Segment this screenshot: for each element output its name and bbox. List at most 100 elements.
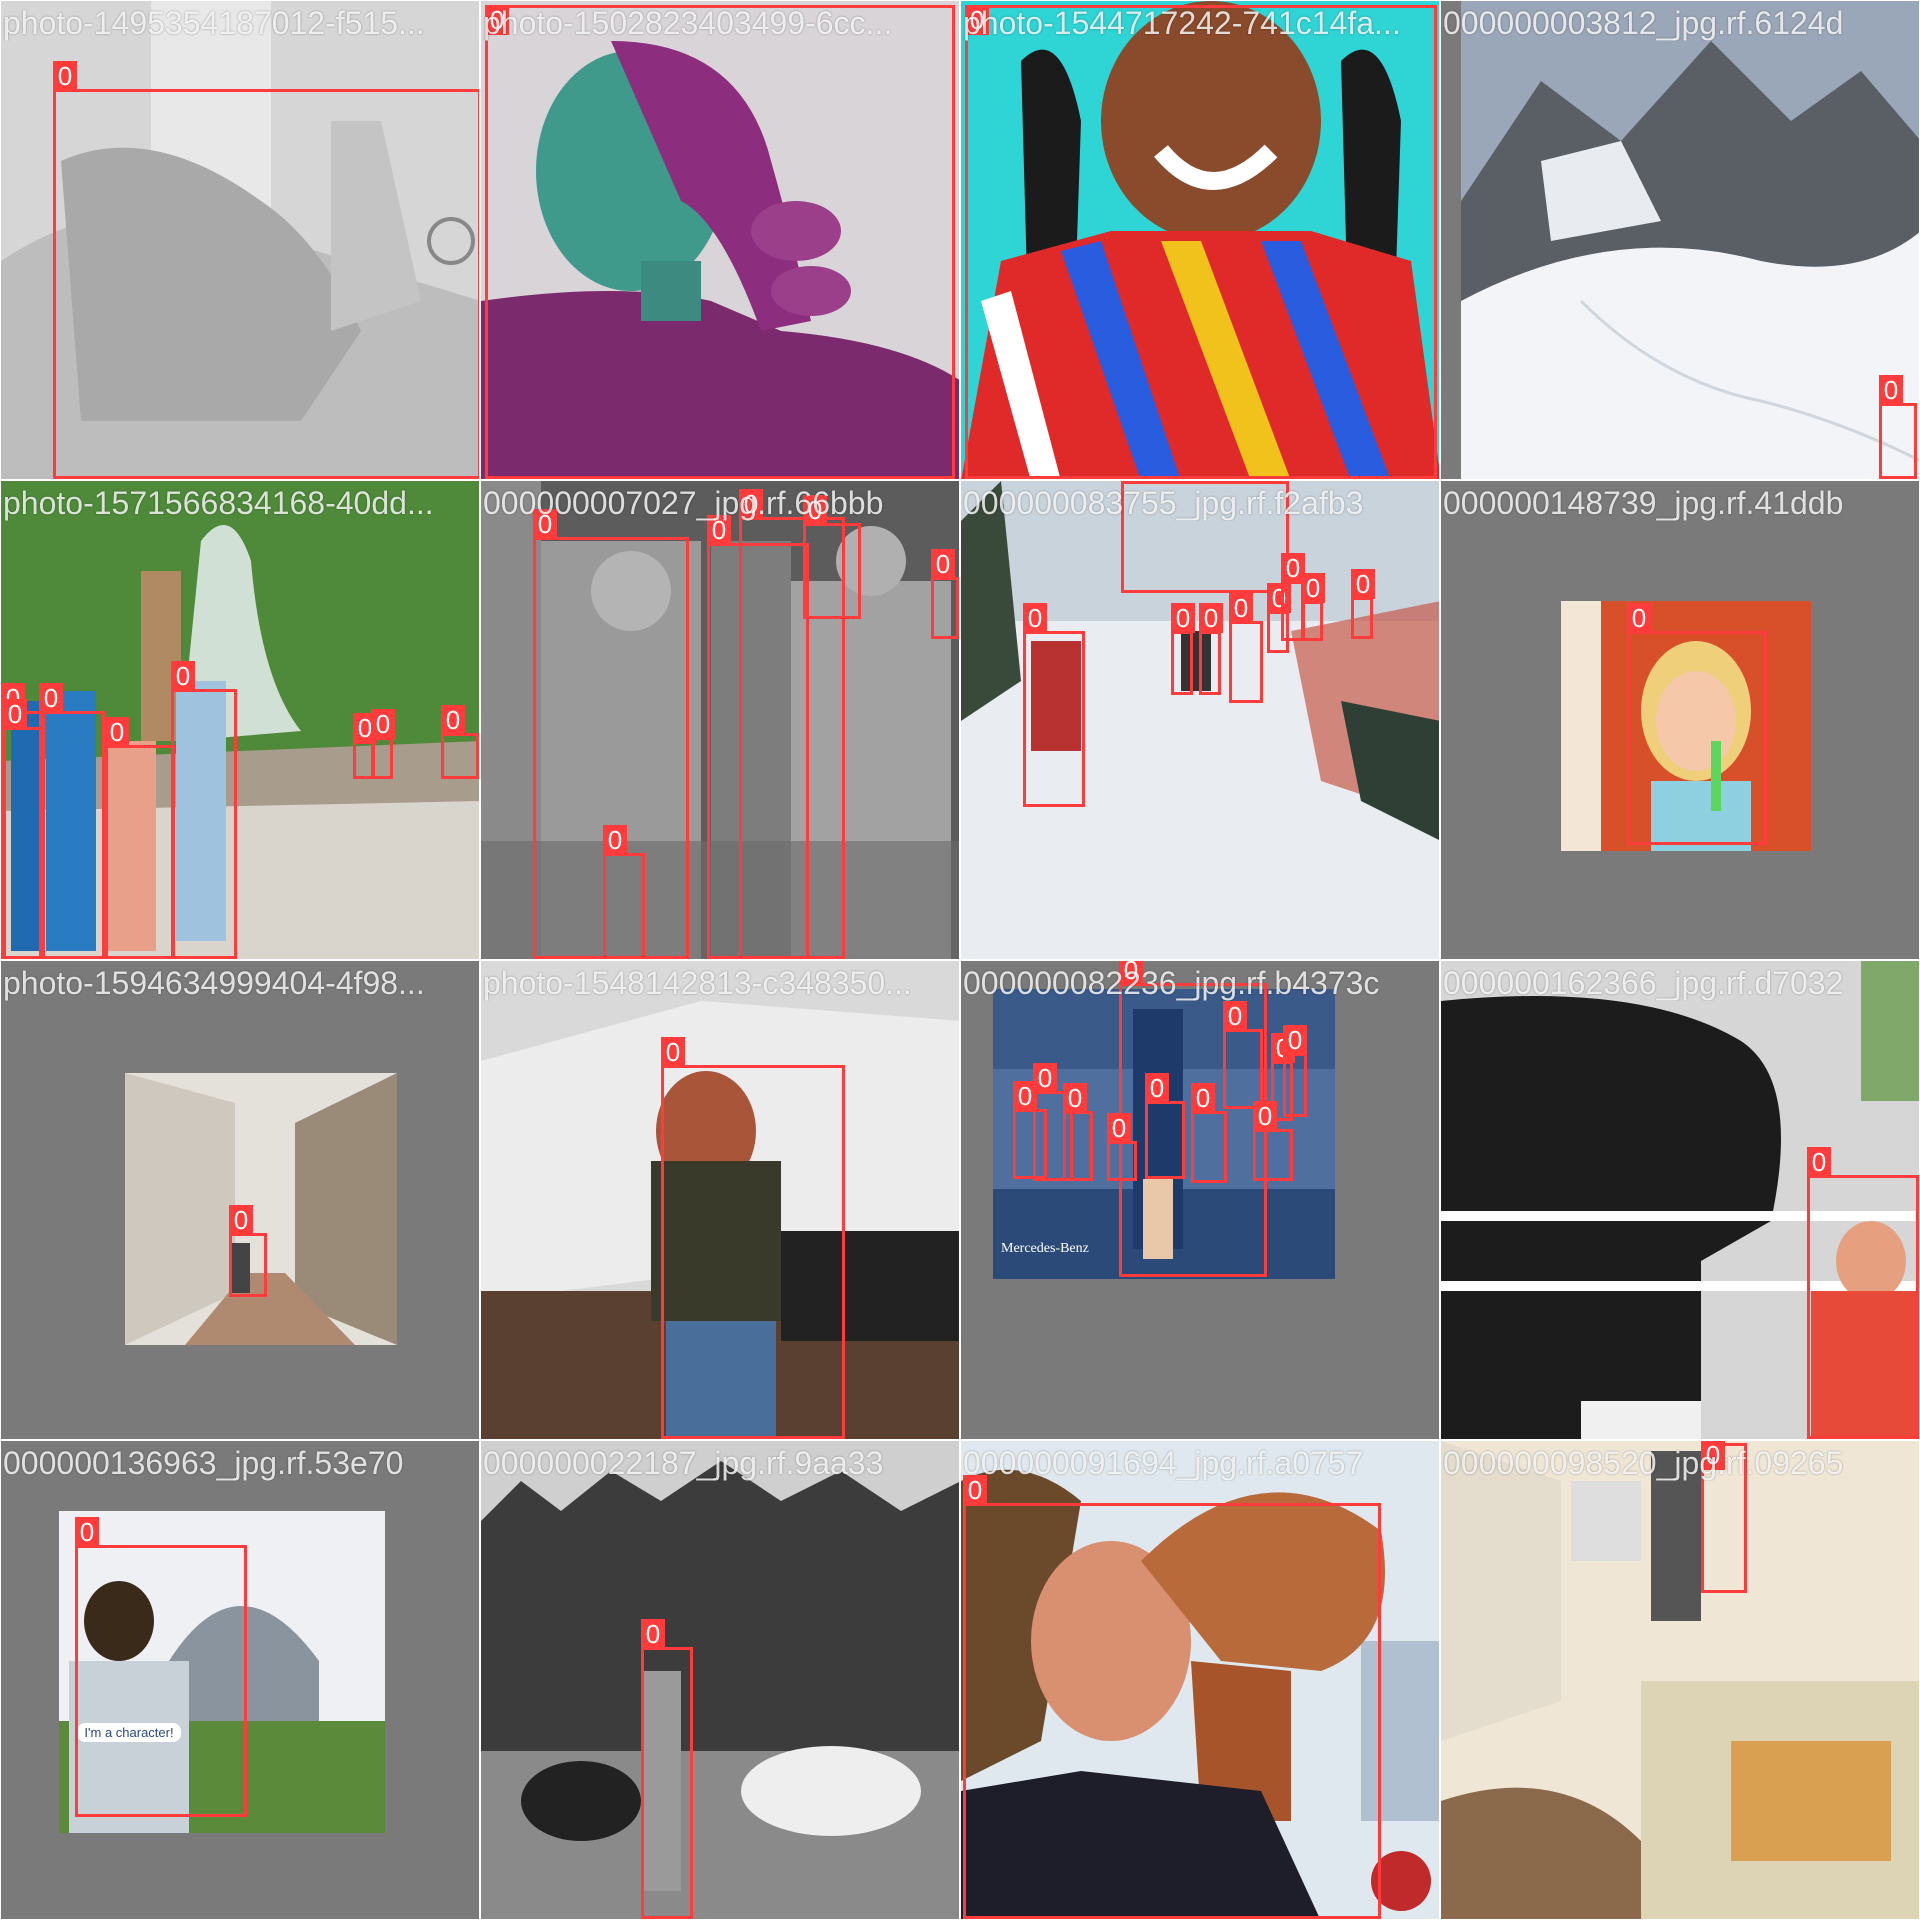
class-label: 0: [931, 549, 955, 579]
detection-box: 0: [1351, 569, 1375, 639]
class-label: 0: [1033, 1063, 1057, 1093]
tile-12: 0 000000162366_jpg.rf.d7032: [1440, 960, 1920, 1440]
tile-title: 000000022187_jpg.rf.9aa33: [483, 1445, 884, 1481]
tile-title: photo-1544717242-741c14fa...: [963, 5, 1401, 41]
tile-title: photo-1548142813-c348350...: [483, 965, 912, 1001]
class-label: 0: [1023, 603, 1047, 633]
tile-photo: [1461, 1, 1919, 479]
tile-7: 0 0 0 0 0 0 0 0 0 000000083755_jpg.rf.f2…: [960, 480, 1440, 960]
detection-box: 0: [53, 61, 479, 479]
tile-11: Mercedes-Benz 0 0 0 0 0 0 0 0 0 0 0 0000…: [960, 960, 1440, 1440]
class-label: 0: [105, 717, 129, 747]
detection-box: 0: [1879, 375, 1917, 479]
class-label: 0: [371, 709, 395, 739]
class-label: 0: [1879, 375, 1903, 405]
detection-box: 0: [803, 495, 861, 619]
tile-title: photo-1571566834168-40dd...: [3, 485, 434, 521]
tile-photo: [481, 1441, 959, 1919]
detection-box: 0: [229, 1205, 267, 1297]
class-label: 0: [1063, 1083, 1087, 1113]
tile-9: 0 photo-1594634999404-4f98...: [0, 960, 480, 1440]
tile-title: photo-1594634999404-4f98...: [3, 965, 425, 1001]
detection-box: 0: [371, 709, 395, 779]
detection-box: 0: [1145, 1073, 1185, 1179]
detection-box: 0: [485, 5, 955, 479]
class-label: 0: [53, 61, 77, 91]
detection-box: 0: [1223, 1001, 1263, 1109]
tile-title: 000000162366_jpg.rf.d7032: [1443, 965, 1844, 1001]
tile-2: 0 photo-1502823403499-6cc...: [480, 0, 960, 480]
detection-box: 0: [931, 549, 959, 639]
class-label: 0: [1627, 603, 1651, 633]
class-label: 0: [661, 1037, 685, 1067]
class-label: 0: [3, 699, 27, 729]
tile-photo: [1441, 1441, 1919, 1919]
tile-6: 0 0 0 0 0 0 000000007027_jpg.rf.66bbb: [480, 480, 960, 960]
tile-13: I'm a character! 0 000000136963_jpg.rf.5…: [0, 1440, 480, 1920]
class-label: 0: [1199, 603, 1223, 633]
class-label: 0: [1253, 1101, 1277, 1131]
detection-box: 0: [1199, 603, 1223, 695]
class-label: 0: [39, 683, 63, 713]
class-label: 0: [1107, 1113, 1131, 1143]
tile-15: 0 000000091694_jpg.rf.a0757: [960, 1440, 1440, 1920]
tile-3: 0 photo-1544717242-741c14fa...: [960, 0, 1440, 480]
detection-box: 0: [171, 661, 237, 959]
tile-1: 0 photo-1495354187012-f515...: [0, 0, 480, 480]
tile-title: photo-1495354187012-f515...: [3, 5, 425, 41]
detection-box: 0: [1301, 573, 1325, 641]
tile-5: 0 0 0 0 0 0 0 0 photo-1571566834168-40dd…: [0, 480, 480, 960]
detection-mosaic: 0 photo-1495354187012-f515... 0 photo-15…: [0, 0, 1920, 1920]
class-label: 0: [1301, 573, 1325, 603]
class-label: 0: [441, 705, 465, 735]
class-label: 0: [603, 825, 627, 855]
detection-box: 0: [1023, 603, 1085, 807]
class-label: 0: [1121, 481, 1145, 483]
tile-8: 0 000000148739_jpg.rf.41ddb: [1440, 480, 1920, 960]
tile-16: 0 000000098520_jpg.rf.09265: [1440, 1440, 1920, 1920]
class-label: 0: [1191, 1083, 1215, 1113]
class-label: 0: [75, 1517, 99, 1547]
sponsor-banner: Mercedes-Benz: [1001, 1241, 1089, 1256]
class-label: 0: [229, 1205, 253, 1235]
detection-box: 0: [963, 1475, 1381, 1919]
class-label: 0: [641, 1619, 665, 1649]
tile-title: 000000003812_jpg.rf.6124d: [1443, 5, 1844, 41]
tile-title: 000000083755_jpg.rf.f2afb3: [963, 485, 1364, 521]
tile-10: 0 photo-1548142813-c348350...: [480, 960, 960, 1440]
detection-box: 0: [1171, 603, 1195, 695]
detection-box: 0: [1807, 1147, 1919, 1439]
tile-photo: [125, 1073, 397, 1345]
class-label: 0: [1171, 603, 1195, 633]
class-label: 0: [1223, 1001, 1247, 1031]
detection-box: 0: [1191, 1083, 1227, 1183]
detection-box: 0: [441, 705, 479, 779]
class-label: 0: [1229, 593, 1253, 623]
class-label: 0: [1283, 1025, 1307, 1055]
detection-box: 0: [641, 1619, 693, 1919]
tile-title: photo-1502823403499-6cc...: [483, 5, 893, 41]
detection-box: 0: [965, 5, 1437, 479]
detection-box: 0: [603, 825, 645, 959]
detection-box: 0: [1229, 593, 1263, 703]
tile-title: 000000007027_jpg.rf.66bbb: [483, 485, 884, 521]
class-label: 0: [1145, 1073, 1169, 1103]
class-label: 0: [1807, 1147, 1831, 1177]
detection-box: 0: [3, 699, 43, 959]
detection-box: 0: [75, 1517, 247, 1817]
detection-box: 0: [1627, 603, 1767, 845]
tile-title: 000000098520_jpg.rf.09265: [1443, 1445, 1844, 1481]
tile-4: 0 000000003812_jpg.rf.6124d: [1440, 0, 1920, 480]
class-label: 0: [171, 661, 195, 691]
detection-box: 0: [1253, 1101, 1293, 1181]
tile-14: 0 000000022187_jpg.rf.9aa33: [480, 1440, 960, 1920]
tile-title: 000000148739_jpg.rf.41ddb: [1443, 485, 1844, 521]
detection-box: 0: [105, 717, 175, 959]
tile-title: 000000082236_jpg.rf.b4373c: [963, 965, 1380, 1001]
class-label: 0: [1351, 569, 1375, 599]
detection-box: 0: [1283, 1025, 1307, 1117]
detection-box: 0: [39, 683, 105, 959]
detection-box: 0: [1107, 1113, 1137, 1181]
detection-box: 0: [1063, 1083, 1093, 1181]
detection-box: 0: [661, 1037, 845, 1439]
